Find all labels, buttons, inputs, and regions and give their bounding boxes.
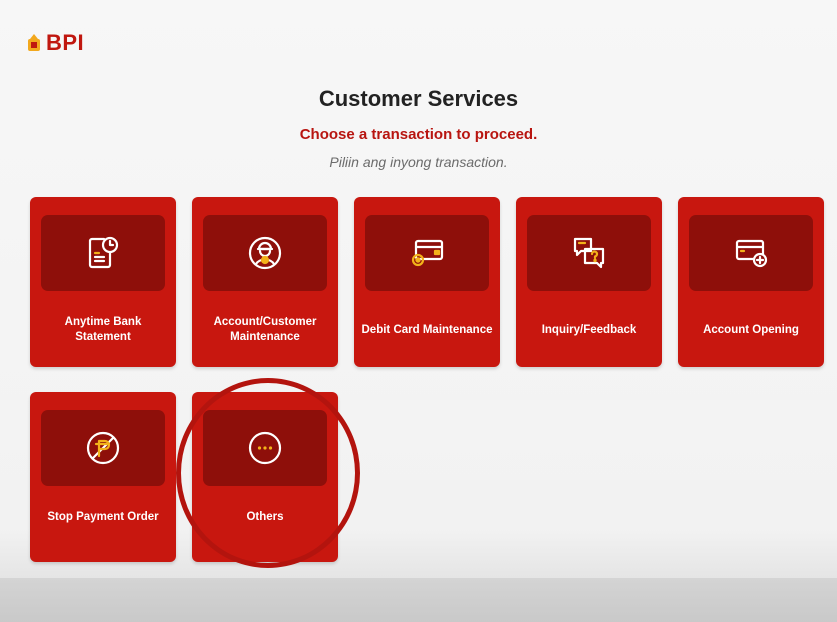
tile-inquiry-feedback[interactable]: Inquiry/Feedback bbox=[516, 197, 662, 367]
tile-icon-box bbox=[365, 215, 489, 291]
statement-clock-icon bbox=[88, 236, 119, 269]
chat-question-icon bbox=[573, 237, 605, 269]
tile-icon-box bbox=[203, 215, 327, 291]
tile-icon-box bbox=[203, 410, 327, 486]
tile-icon-box bbox=[689, 215, 813, 291]
debit-card-gear-icon bbox=[411, 239, 444, 267]
page-subtitle: Choose a transaction to proceed. bbox=[299, 126, 538, 143]
tile-label: Others bbox=[246, 510, 284, 523]
card-plus-icon bbox=[735, 239, 768, 268]
tile-account-opening[interactable]: Account Opening bbox=[678, 197, 824, 367]
tile-account-customer-maintenance[interactable]: Account/Customer Maintenance bbox=[192, 197, 338, 367]
tile-debit-card-maintenance[interactable]: Debit Card Maintenance bbox=[354, 197, 500, 367]
screen-bottom-edge bbox=[0, 578, 837, 622]
tile-icon-box bbox=[41, 215, 165, 291]
more-icon bbox=[248, 431, 282, 465]
customer-icon bbox=[248, 236, 282, 270]
tile-anytime-bank-statement[interactable]: Anytime Bank Statement bbox=[30, 197, 176, 367]
tile-label: Debit Card Maintenance bbox=[361, 323, 493, 336]
tile-icon-box bbox=[41, 410, 165, 486]
tile-others[interactable]: Others bbox=[192, 392, 338, 562]
bpi-logo-icon bbox=[28, 34, 40, 51]
atm-screen: BPI Customer Services Choose a transacti… bbox=[0, 0, 837, 622]
tile-label: Inquiry/Feedback bbox=[541, 323, 637, 336]
tile-icon-box bbox=[527, 215, 651, 291]
tile-stop-payment-order[interactable]: Stop Payment Order bbox=[30, 392, 176, 562]
tile-label: Anytime Bank Statement bbox=[64, 316, 142, 343]
stop-payment-icon bbox=[86, 431, 120, 465]
tile-label: Stop Payment Order bbox=[47, 510, 159, 523]
bpi-logo: BPI bbox=[26, 30, 84, 56]
brand-name: BPI bbox=[46, 30, 85, 55]
page-subtitle-local: Piliin ang inyong transaction. bbox=[329, 154, 508, 170]
tile-label: Account/Customer Maintenance bbox=[213, 316, 317, 343]
tile-label: Account Opening bbox=[703, 323, 799, 336]
page-title: Customer Services bbox=[318, 86, 519, 111]
